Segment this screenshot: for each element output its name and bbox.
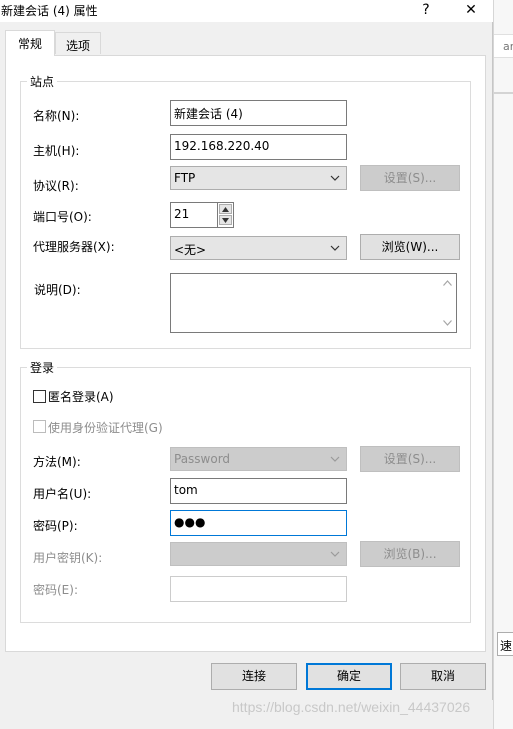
proxy-select-value: <无> [174,243,207,257]
title-bar: 新建会话 (4) 属性 ? ✕ [0,0,493,22]
anonymous-login-label[interactable]: 匿名登录(A) [48,388,114,405]
proxy-browse-button[interactable]: 浏览(W)... [360,234,460,260]
anonymous-login-checkbox[interactable] [33,390,46,403]
description-label: 说明(D): [34,283,81,297]
ok-button[interactable]: 确定 [306,663,392,690]
session-properties-dialog: 新建会话 (4) 属性 ? ✕ 常规 选项 站点 名称(N): 新建会话 (4)… [0,0,493,700]
host-label: 主机(H): [33,144,80,158]
window-title: 新建会话 (4) 属性 [1,4,98,18]
triangle-up-icon [222,207,229,212]
tab-options[interactable]: 选项 [55,32,101,54]
protocol-select-value: FTP [174,171,196,185]
help-button[interactable]: ? [410,0,442,22]
connect-button[interactable]: 连接 [211,663,297,690]
scroll-up-icon [443,280,452,286]
login-group-label: 登录 [27,359,58,376]
host-input[interactable]: 192.168.220.40 [170,134,347,160]
method-select-value: Password [174,452,231,466]
name-input[interactable]: 新建会话 (4) [170,100,347,126]
method-settings-button[interactable]: 设置(S)... [360,446,460,472]
password-label: 密码(P): [33,519,78,533]
scroll-down-icon [443,320,452,326]
background-window: ar 速 [493,0,513,729]
close-button[interactable]: ✕ [455,0,487,22]
background-button[interactable]: 速 [497,632,513,656]
protocol-select[interactable]: FTP [170,166,347,190]
chevron-down-icon [330,456,340,462]
background-tab: ar [494,34,513,58]
protocol-label: 协议(R): [33,179,79,193]
tab-general[interactable]: 常规 [5,30,55,56]
password-input[interactable]: ●●● [170,510,347,536]
description-scrollbar[interactable] [439,274,456,332]
cancel-button[interactable]: 取消 [400,663,486,690]
username-label: 用户名(U): [33,487,92,501]
description-textarea[interactable] [170,273,457,333]
proxy-select[interactable]: <无> [170,236,347,260]
chevron-down-icon [330,175,340,181]
user-key-select[interactable] [170,542,347,566]
port-increment-button[interactable] [219,204,232,214]
triangle-down-icon [222,218,229,223]
auth-proxy-label: 使用身份验证代理(G) [48,421,163,435]
method-select[interactable]: Password [170,447,347,471]
user-key-browse-button[interactable]: 浏览(B)... [360,541,460,567]
passphrase-input[interactable] [170,576,347,602]
port-stepper[interactable] [217,202,234,228]
user-key-label: 用户密钥(K): [33,551,103,565]
passphrase-label: 密码(E): [33,583,78,597]
method-label: 方法(M): [33,455,81,469]
name-label: 名称(N): [33,109,80,123]
port-input[interactable]: 21 [170,202,219,228]
site-group-label: 站点 [27,73,58,90]
protocol-settings-button[interactable]: 设置(S)... [360,165,460,191]
port-label: 端口号(O): [33,210,92,224]
proxy-label: 代理服务器(X): [33,240,115,254]
chevron-down-icon [330,551,340,557]
username-input[interactable]: tom [170,478,347,504]
watermark: https://blog.csdn.net/weixin_44437026 [232,699,471,715]
auth-proxy-checkbox[interactable] [33,420,46,433]
port-decrement-button[interactable] [219,215,232,225]
background-divider [494,92,513,94]
chevron-down-icon [330,245,340,251]
